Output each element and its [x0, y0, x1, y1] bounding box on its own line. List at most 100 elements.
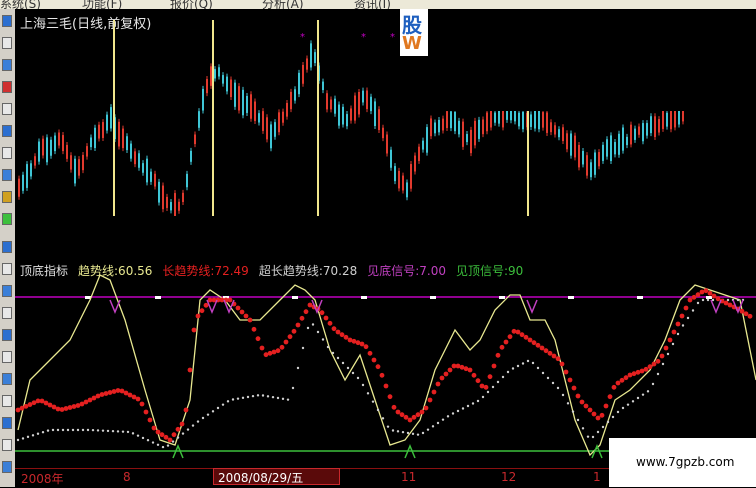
toolbar-button[interactable]	[2, 395, 12, 407]
long-dot	[739, 308, 745, 314]
candle-body	[282, 111, 284, 123]
long-dot	[287, 334, 293, 340]
ultra-dot	[241, 396, 245, 400]
candle-body	[306, 58, 308, 70]
ultra-dot	[211, 410, 215, 413]
ultra-dot	[161, 445, 165, 449]
toolbar-button[interactable]	[2, 125, 12, 137]
long-dot	[523, 334, 529, 340]
ultra-dot	[696, 301, 700, 305]
toolbar-button[interactable]	[2, 373, 12, 385]
ultra-dot	[116, 430, 120, 433]
ultra-dot	[416, 433, 420, 436]
signal-v-marker	[404, 444, 416, 459]
ultra-dot	[196, 420, 200, 423]
indicator-name: 顶底指标	[20, 264, 69, 278]
ultra-dot	[101, 429, 105, 432]
candle-body	[298, 72, 300, 95]
ad-badge[interactable]: 股 W	[400, 9, 428, 56]
long-dot	[239, 309, 245, 315]
ultra-dot	[501, 375, 505, 379]
menu-info[interactable]: 资讯(I)	[354, 0, 391, 9]
long-dot	[591, 411, 597, 417]
toolbar-button[interactable]	[2, 241, 12, 253]
candle-body	[374, 101, 376, 126]
ultra-dot	[311, 323, 315, 326]
toolbar-button[interactable]	[2, 285, 12, 297]
long-dot	[747, 313, 753, 319]
menu-function[interactable]: 功能(F)	[82, 0, 122, 9]
ultra-dot	[336, 356, 340, 360]
long-dot	[59, 407, 65, 412]
ultra-dot	[131, 432, 135, 435]
candle-body	[546, 112, 548, 133]
candle-body	[606, 139, 608, 157]
long-dot	[195, 313, 201, 319]
long-dot	[439, 375, 445, 381]
candle-body	[402, 175, 404, 191]
toolbar-button[interactable]	[2, 169, 12, 181]
candle-body	[62, 135, 64, 152]
toolbar-button[interactable]	[2, 461, 12, 473]
toolbar-button[interactable]	[2, 147, 12, 159]
long-dot	[579, 399, 585, 405]
long-dot	[167, 437, 173, 443]
menu-quote[interactable]: 报价(Q)	[170, 0, 213, 9]
ultra-dot	[56, 428, 60, 432]
ultra-dot	[281, 397, 285, 401]
long-dot	[111, 389, 117, 394]
long-dot	[363, 344, 369, 350]
ultra-dot	[141, 436, 145, 440]
candle-body	[106, 114, 108, 131]
long-dot	[543, 348, 549, 354]
ultra-dot	[676, 332, 680, 336]
long-dot	[359, 341, 365, 347]
menu-analysis[interactable]: 分析(A)	[262, 0, 304, 9]
ultra-dot	[566, 402, 570, 405]
toolbar-button[interactable]	[2, 417, 12, 429]
candle-body	[642, 123, 644, 142]
toolbar-button[interactable]	[2, 103, 12, 115]
toolbar-button[interactable]	[2, 213, 12, 225]
candle-body	[134, 151, 136, 165]
top-dash	[706, 296, 712, 299]
ultra-dot	[291, 386, 295, 390]
toolbar-button[interactable]	[2, 191, 12, 203]
toolbar-button[interactable]	[2, 307, 12, 319]
ultra-dot	[536, 366, 540, 370]
candle-body	[322, 81, 324, 91]
long-dot	[407, 417, 413, 423]
candle-body	[174, 193, 176, 217]
toolbar-button[interactable]	[2, 439, 12, 451]
toolbar-button[interactable]	[2, 37, 12, 49]
long-dot	[515, 329, 521, 335]
candle-body	[358, 91, 360, 115]
candle-body	[294, 89, 296, 101]
top-marker: *	[361, 32, 366, 43]
candle-body	[310, 43, 312, 68]
candle-body	[486, 112, 488, 132]
ultra-dot	[506, 370, 510, 374]
ultra-dot	[641, 393, 645, 396]
menu-system[interactable]: 系统(S)	[0, 0, 41, 9]
candle-body	[662, 108, 664, 129]
candle-body	[118, 121, 120, 147]
toolbar-button[interactable]	[2, 59, 12, 71]
toolbar-button[interactable]	[2, 15, 12, 27]
candle-body	[70, 155, 72, 170]
toolbar-button[interactable]	[2, 329, 12, 341]
long-dot	[595, 415, 601, 421]
candle-body	[26, 164, 28, 188]
candle-body	[38, 141, 40, 162]
long-dot	[375, 364, 381, 370]
candle-body	[326, 93, 328, 110]
toolbar-button[interactable]	[2, 81, 12, 93]
toolbar-button[interactable]	[2, 351, 12, 363]
candle-body	[510, 109, 512, 121]
candle-body	[502, 109, 504, 128]
long-dot	[199, 308, 205, 314]
toolbar-button[interactable]	[2, 263, 12, 275]
ultra-dot	[666, 352, 670, 356]
cursor-date: 2008/08/29/五	[218, 471, 304, 485]
long-dot	[703, 288, 709, 294]
